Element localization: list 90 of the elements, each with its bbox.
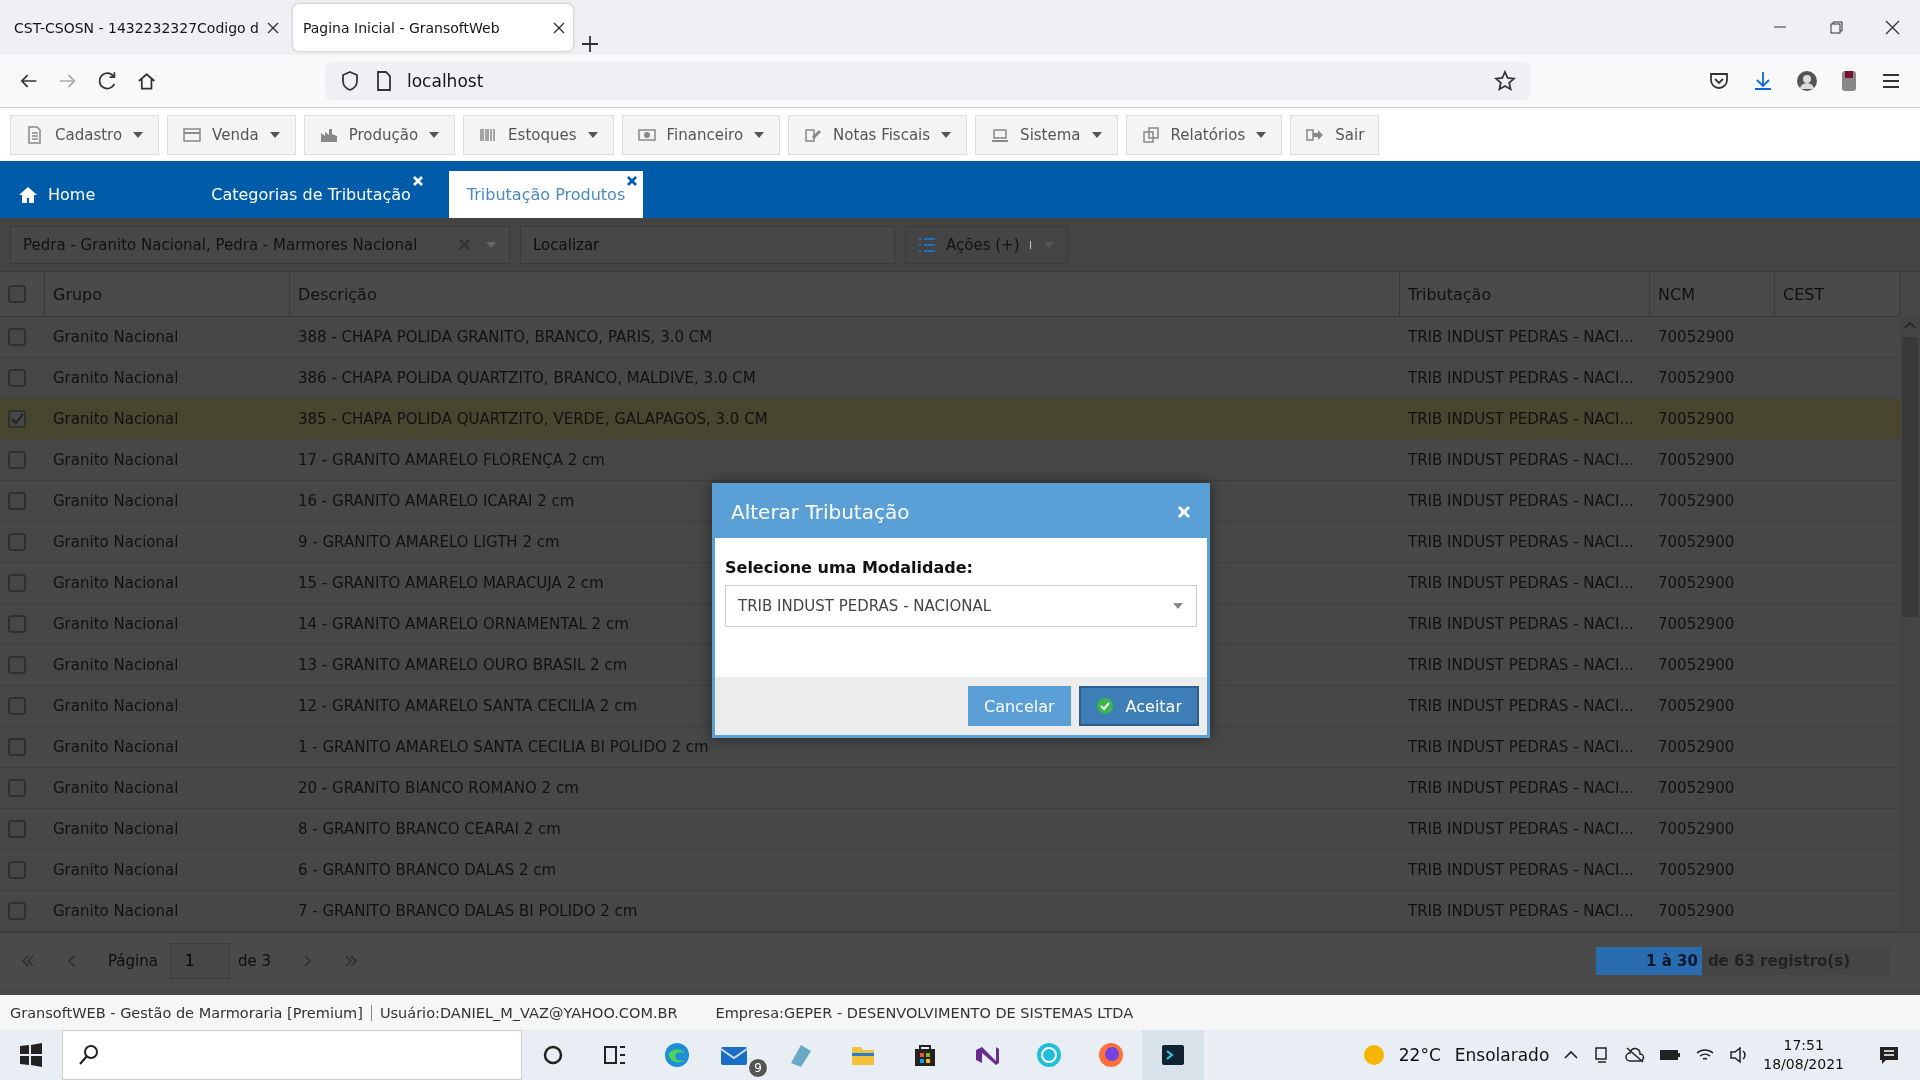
check-icon xyxy=(1095,697,1114,715)
checkbox[interactable] xyxy=(8,656,26,674)
menu-button[interactable]: Relatórios xyxy=(1125,114,1283,155)
app-tab[interactable]: Home xyxy=(0,171,114,218)
table-cell: 385 - CHAPA POLIDA QUARTZITO, VERDE, GALAPAGOS, 3.0 CM xyxy=(298,410,768,428)
pocket-icon[interactable] xyxy=(1708,70,1730,92)
table-cell: Granito Nacional xyxy=(53,410,179,428)
checkbox[interactable] xyxy=(8,861,26,879)
column-header[interactable]: Descrição xyxy=(290,272,1400,316)
table-row[interactable]: Granito Nacional 385 - CHAPA POLIDA QUARTZITO, VERDE, GALAPAGOS, 3.0 CM TRIB INDUST PEDRAS - NACI... 70052900 xyxy=(0,399,1900,440)
checkbox[interactable] xyxy=(8,697,26,715)
chat-icon[interactable] xyxy=(1035,1041,1063,1069)
menu-button[interactable]: Produção xyxy=(303,114,456,155)
column-header[interactable]: Tributação xyxy=(1400,272,1650,316)
caret-icon xyxy=(753,130,766,139)
search-field[interactable]: Localizar xyxy=(520,225,895,264)
avatar-icon[interactable] xyxy=(1796,70,1818,92)
page-label: Página xyxy=(108,951,158,970)
checkbox[interactable] xyxy=(8,615,26,633)
page-field[interactable]: 1 xyxy=(169,942,230,979)
menu-button[interactable]: Sistema xyxy=(975,114,1118,155)
caret-icon xyxy=(268,130,281,139)
mail-badge: 9 xyxy=(748,1058,768,1078)
sun-icon xyxy=(1362,1044,1385,1066)
cancel-button[interactable]: Cancelar xyxy=(968,686,1071,726)
caret-icon xyxy=(1172,602,1184,610)
user-info: Usuário:DANIEL_M_VAZ@YAHOO.COM.BR xyxy=(379,1004,678,1021)
battery-icon[interactable] xyxy=(1659,1048,1682,1062)
checkbox[interactable] xyxy=(8,328,26,346)
address-text: localhost xyxy=(407,71,484,91)
column-header[interactable]: CEST xyxy=(1775,272,1900,316)
checkbox[interactable] xyxy=(8,410,26,428)
close-icon[interactable] xyxy=(552,21,565,34)
extension-icon[interactable] xyxy=(1840,69,1858,93)
caret-icon xyxy=(428,130,441,139)
home-icon xyxy=(18,185,38,204)
column-header[interactable]: NCM xyxy=(1650,272,1775,316)
copy-icon xyxy=(1140,124,1161,145)
caret-icon xyxy=(485,240,497,249)
app-tab[interactable]: Categorias de Tributação xyxy=(193,171,429,218)
checkbox[interactable] xyxy=(8,533,26,551)
browser-tab[interactable]: Pagina Inicial - GransoftWeb xyxy=(292,4,573,51)
caret-icon xyxy=(1090,130,1103,139)
caret-icon xyxy=(940,130,953,139)
home-icon[interactable] xyxy=(135,70,157,92)
dialog-title: Alterar Tributação xyxy=(731,500,910,524)
field-label: Selecione uma Modalidade: xyxy=(725,558,974,577)
company-info: Empresa:GEPER - DESENVOLVIMENTO DE SISTEMAS LTDA xyxy=(715,1004,1134,1021)
checkbox[interactable] xyxy=(8,369,26,387)
checkbox[interactable] xyxy=(8,779,26,797)
checkbox[interactable] xyxy=(8,492,26,510)
clock[interactable]: 17:51 18/08/2021 xyxy=(1763,1036,1844,1074)
temperature: 22°C xyxy=(1398,1045,1441,1065)
reload-icon[interactable] xyxy=(96,70,118,92)
modality-dropdown[interactable]: TRIB INDUST PEDRAS - NACIONAL xyxy=(725,585,1197,627)
caret-icon xyxy=(1255,130,1268,139)
list-icon xyxy=(918,236,936,253)
notification-icon[interactable] xyxy=(1878,1044,1900,1066)
checkbox[interactable] xyxy=(8,820,26,838)
checkbox[interactable] xyxy=(8,902,26,920)
cloud-icon[interactable] xyxy=(1625,1046,1646,1064)
app-name: GransoftWEB - Gestão de Marmoraria [Premium] xyxy=(10,1004,372,1021)
weather-text: Ensolarado xyxy=(1454,1045,1550,1065)
close-icon[interactable] xyxy=(626,175,639,187)
menu-button[interactable]: Cadastro xyxy=(10,114,160,155)
address-bar[interactable]: localhost xyxy=(325,62,1530,100)
search-icon xyxy=(77,1043,101,1067)
checkbox[interactable] xyxy=(8,451,26,469)
table-cell: 70052900 xyxy=(1658,410,1735,428)
star-icon[interactable] xyxy=(1494,70,1516,92)
menu-button[interactable]: Financeiro xyxy=(621,114,781,155)
caret-icon xyxy=(132,130,145,139)
checkbox[interactable] xyxy=(8,738,26,756)
column-header[interactable]: Grupo xyxy=(45,272,290,316)
table-cell: TRIB INDUST PEDRAS - NACI... xyxy=(1408,410,1634,428)
menu-button[interactable]: Notas Fiscais xyxy=(788,114,968,155)
menu-button[interactable]: Estoques xyxy=(463,114,614,155)
menu-button[interactable]: Venda xyxy=(167,114,296,155)
checkbox[interactable] xyxy=(8,285,26,303)
shield-icon[interactable] xyxy=(339,70,361,92)
close-icon[interactable] xyxy=(266,21,279,34)
page-count: de 3 xyxy=(237,951,271,970)
download-icon[interactable] xyxy=(1752,70,1774,92)
accept-button[interactable]: Aceitar xyxy=(1078,686,1199,726)
app-tab[interactable]: Tributação Produtos xyxy=(448,171,644,218)
caret-icon xyxy=(586,130,599,139)
menu-button[interactable]: Sair xyxy=(1290,114,1380,155)
browser-tab[interactable]: CST-CSOSN - 1432232327Codigo d xyxy=(4,4,287,51)
checkbox[interactable] xyxy=(8,574,26,592)
windows-icon[interactable] xyxy=(17,1041,45,1069)
